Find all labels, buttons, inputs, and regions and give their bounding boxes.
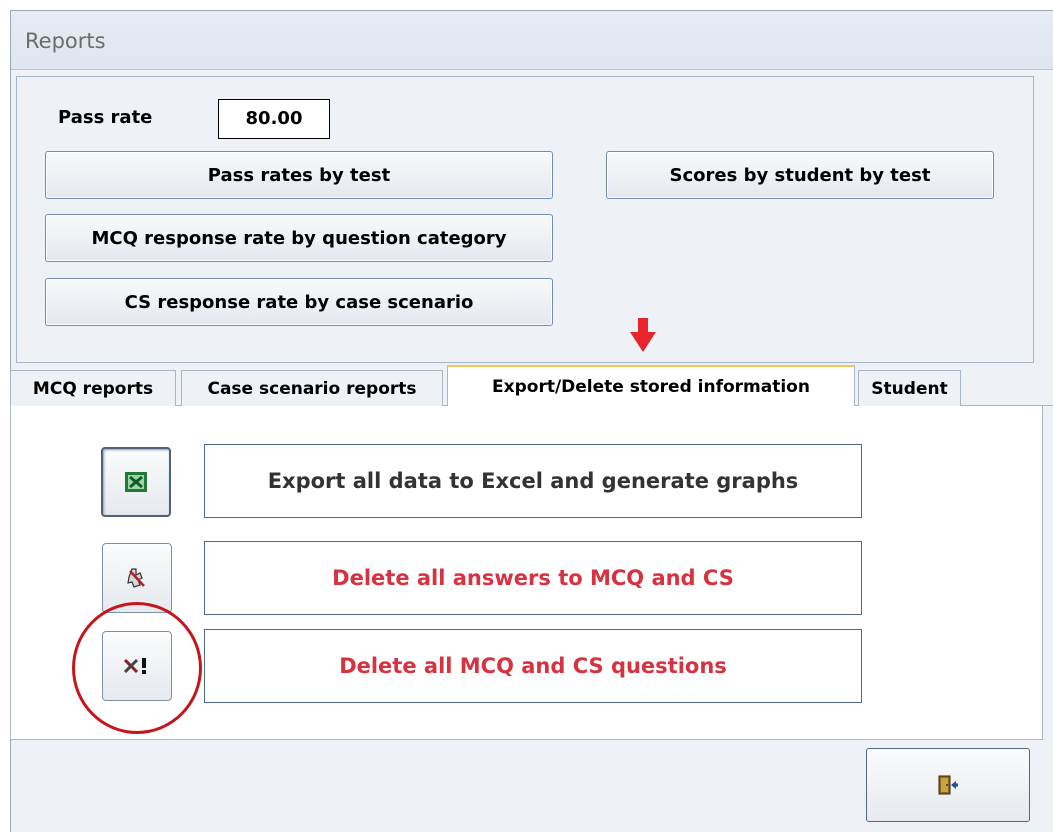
window-title: Reports (25, 29, 106, 53)
excel-icon (125, 472, 147, 492)
delete-all-answers-button[interactable]: Delete all answers to MCQ and CS (204, 541, 862, 615)
title-bar: Reports (11, 11, 1053, 70)
scores-by-student-by-test-button[interactable]: Scores by student by test (606, 151, 994, 199)
tab-case-scenario-reports-label: Case scenario reports (207, 378, 417, 399)
pass-rates-by-test-label: Pass rates by test (207, 164, 391, 186)
exit-button[interactable] (866, 748, 1030, 822)
tab-mcq-reports[interactable]: MCQ reports (10, 370, 176, 406)
pass-rate-input[interactable]: 80.00 (218, 99, 330, 139)
mcq-response-rate-label: MCQ response rate by question category (91, 227, 507, 249)
red-circle-annotation (72, 602, 202, 734)
tab-export-delete[interactable]: Export/Delete stored information (447, 365, 855, 406)
mcq-response-rate-button[interactable]: MCQ response rate by question category (45, 214, 553, 262)
tab-student[interactable]: Student (858, 370, 961, 406)
export-all-data-button[interactable]: Export all data to Excel and generate gr… (204, 444, 862, 518)
tab-export-delete-label: Export/Delete stored information (492, 376, 810, 397)
cs-response-rate-label: CS response rate by case scenario (124, 291, 474, 313)
export-excel-button[interactable] (101, 447, 171, 517)
delete-all-questions-label: Delete all MCQ and CS questions (339, 654, 727, 678)
delete-all-answers-label: Delete all answers to MCQ and CS (332, 566, 734, 590)
red-arrow-annotation (630, 318, 656, 352)
delete-all-questions-button[interactable]: Delete all MCQ and CS questions (204, 629, 862, 703)
tab-mcq-reports-label: MCQ reports (32, 378, 154, 399)
tab-case-scenario-reports[interactable]: Case scenario reports (181, 370, 443, 406)
cs-response-rate-button[interactable]: CS response rate by case scenario (45, 278, 553, 326)
tab-student-label: Student (871, 378, 948, 399)
pass-rates-by-test-button[interactable]: Pass rates by test (45, 151, 553, 199)
delete-answers-icon (127, 568, 145, 588)
exit-door-icon (938, 775, 958, 795)
export-all-data-label: Export all data to Excel and generate gr… (267, 469, 799, 493)
scores-by-student-by-test-label: Scores by student by test (669, 164, 931, 186)
pass-rate-label: Pass rate (58, 107, 153, 128)
